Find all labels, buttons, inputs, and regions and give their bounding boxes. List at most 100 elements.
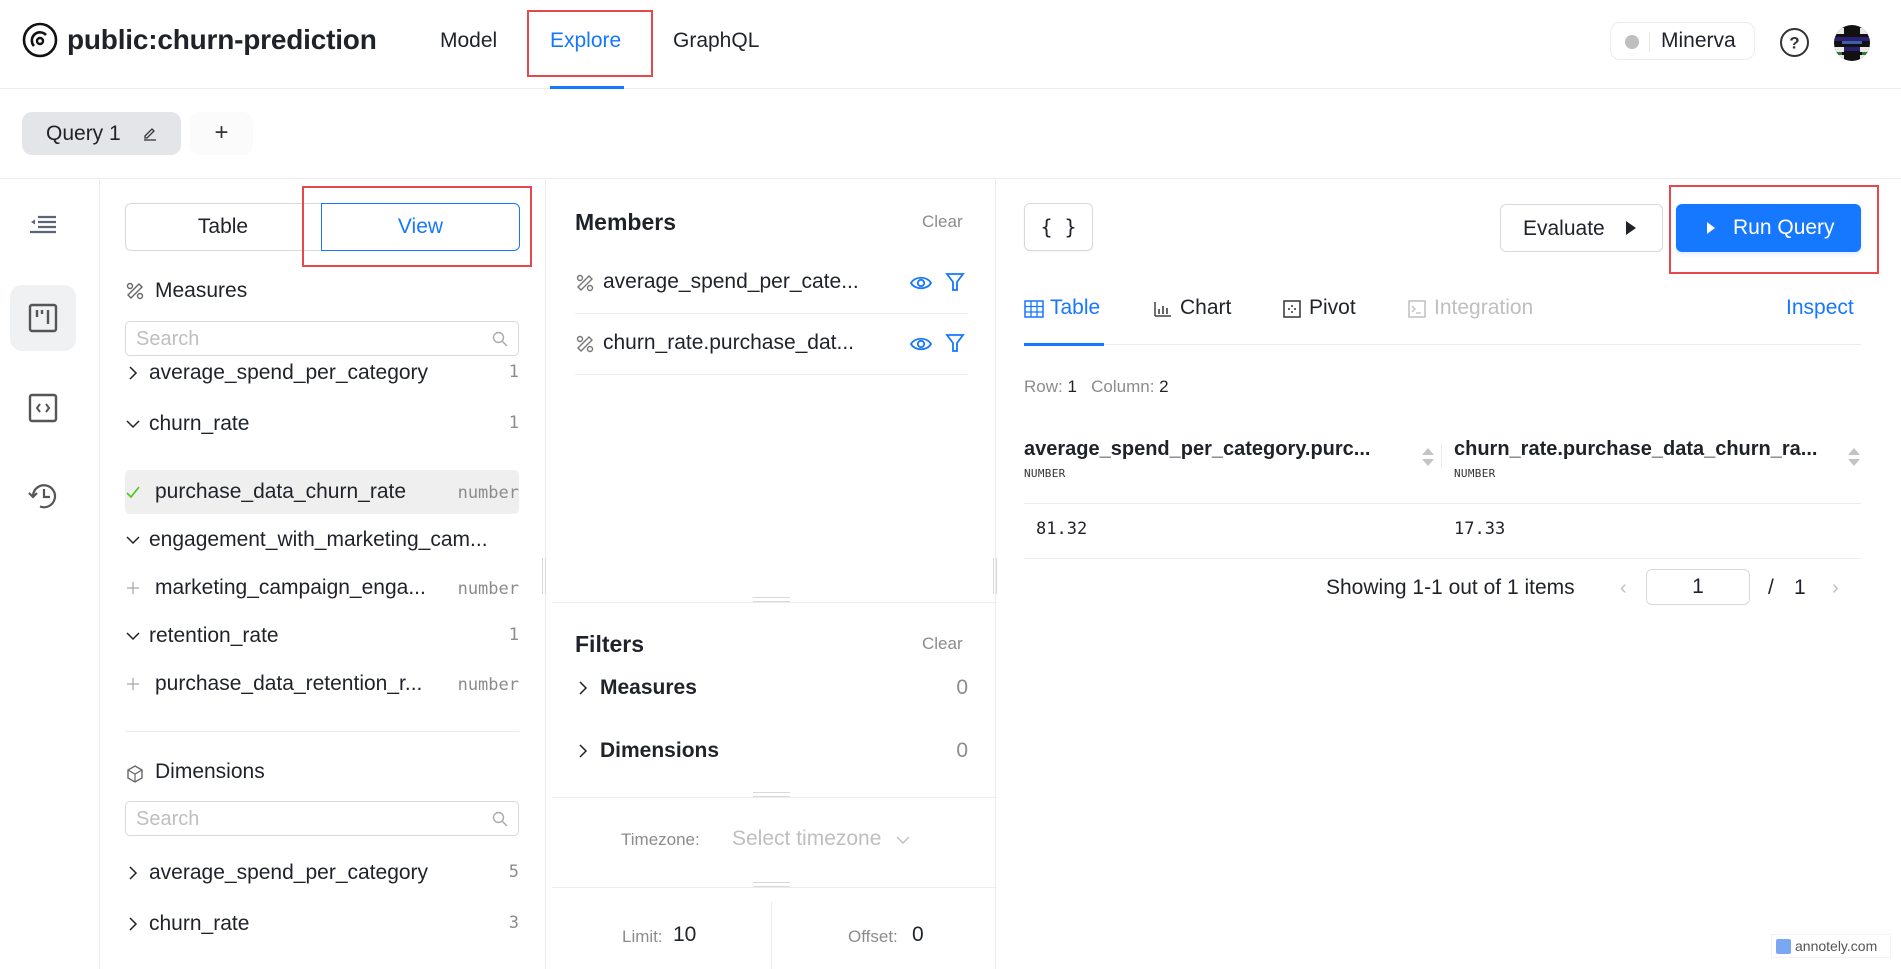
limit-offset-divider: [771, 902, 772, 969]
filter-group-count: 0: [956, 676, 968, 699]
check-icon: [125, 484, 141, 500]
toggle-view[interactable]: View: [321, 203, 520, 251]
filter-funnel-icon[interactable]: [944, 332, 966, 354]
member-name: average_spend_per_cate...: [603, 270, 859, 293]
nav-graphql[interactable]: GraphQL: [673, 27, 759, 55]
offset-input[interactable]: 0: [912, 923, 924, 947]
column-type: NUMBER: [1024, 467, 1066, 480]
plus-icon: [125, 676, 141, 692]
column-label: Column:: [1091, 377, 1155, 396]
column-count: 2: [1159, 377, 1169, 396]
measure-group-retention-rate[interactable]: retention_rate 1: [125, 614, 519, 658]
terminal-icon: [1408, 300, 1426, 318]
group-count: 1: [508, 362, 519, 382]
member-name: marketing_campaign_enga...: [155, 576, 426, 599]
search-icon: [492, 331, 508, 347]
chevron-down-icon: [125, 628, 141, 644]
toggle-table[interactable]: Table: [126, 204, 320, 250]
group-name: retention_rate: [149, 624, 279, 647]
measure-group-average-spend-per-category[interactable]: average_spend_per_category 1: [125, 351, 519, 395]
play-icon: [1706, 221, 1716, 235]
measure-item-marketing-campaign-engagement[interactable]: marketing_campaign_enga... number: [125, 566, 519, 610]
evaluate-button[interactable]: Evaluate: [1500, 204, 1663, 252]
dimensions-search-input[interactable]: [136, 806, 476, 832]
members-title: Members: [575, 209, 676, 235]
dimension-group-average-spend-per-category[interactable]: average_spend_per_category 5: [125, 851, 519, 895]
search-icon: [492, 811, 508, 827]
group-name: average_spend_per_category: [149, 361, 429, 384]
measure-group-churn-rate[interactable]: churn_rate 1: [125, 402, 519, 446]
user-avatar[interactable]: [1834, 25, 1870, 61]
group-name: churn_rate: [149, 912, 250, 935]
previous-page-icon[interactable]: ‹: [1620, 577, 1627, 600]
nav-explore[interactable]: Explore: [550, 27, 621, 55]
chevron-down-icon: [125, 416, 141, 432]
dimensions-search[interactable]: [125, 801, 519, 836]
measure-group-engagement-with-marketing[interactable]: engagement_with_marketing_cam...: [125, 518, 519, 562]
nav-model[interactable]: Model: [440, 27, 497, 55]
workspace-switcher[interactable]: Minerva: [1610, 22, 1755, 60]
members-clear-button[interactable]: Clear: [922, 212, 963, 232]
active-nav-indicator: [550, 86, 624, 89]
dimension-group-churn-rate[interactable]: churn_rate 3: [125, 902, 519, 946]
limit-label: Limit:: [622, 927, 663, 946]
run-query-button[interactable]: Run Query: [1676, 204, 1861, 252]
dimensions-title: Dimensions: [155, 760, 265, 783]
group-count: 5: [508, 862, 519, 882]
filter-group-measures[interactable]: Measures 0: [575, 668, 968, 708]
group-name: churn_rate: [149, 412, 250, 435]
group-name: engagement_with_marketing_cam...: [149, 528, 488, 551]
measure-icon: [575, 273, 595, 293]
timezone-select[interactable]: Select timezone: [732, 827, 932, 853]
tab-label: Chart: [1180, 296, 1232, 319]
build-panel-button[interactable]: [10, 285, 76, 351]
watermark: annotely.com: [1771, 934, 1891, 958]
column-header[interactable]: churn_rate.purchase_data_churn_ra... NUM…: [1454, 437, 1864, 493]
measures-search-input[interactable]: [136, 326, 476, 352]
member-name: churn_rate.purchase_dat...: [603, 331, 854, 354]
history-panel-button[interactable]: [10, 463, 76, 529]
filter-group-dimensions[interactable]: Dimensions 0: [575, 731, 968, 771]
filter-funnel-icon[interactable]: [944, 271, 966, 293]
json-query-button[interactable]: { }: [1024, 203, 1093, 251]
sort-icon[interactable]: [1421, 447, 1435, 467]
add-query-button[interactable]: +: [190, 112, 253, 155]
left-icon-rail: [0, 180, 100, 969]
code-panel-button[interactable]: [10, 375, 76, 441]
next-page-icon[interactable]: ›: [1832, 577, 1839, 600]
help-icon[interactable]: ?: [1779, 27, 1810, 58]
column-header[interactable]: average_spend_per_category.purc... NUMBE…: [1024, 437, 1434, 493]
pivot-icon: [1283, 300, 1301, 318]
annotely-logo-icon: [1776, 939, 1791, 954]
query-tab[interactable]: Query 1: [22, 112, 181, 155]
measure-item-purchase-data-retention-rate[interactable]: purchase_data_retention_r... number: [125, 662, 519, 706]
measure-icon: [575, 334, 595, 354]
eye-icon[interactable]: [910, 333, 932, 355]
table-divider: [1024, 503, 1861, 504]
limit-input[interactable]: 10: [673, 923, 696, 947]
chevron-right-icon: [125, 916, 141, 932]
total-pages: 1: [1794, 576, 1806, 599]
timezone-placeholder: Select timezone: [732, 827, 882, 850]
row-column-summary: Row: 1 Column: 2: [1024, 377, 1169, 397]
row-count: 1: [1067, 377, 1077, 396]
group-count: 1: [508, 625, 519, 645]
table-cell: 81.32: [1036, 519, 1088, 539]
column-type: NUMBER: [1454, 467, 1496, 480]
edit-pencil-icon[interactable]: [142, 125, 158, 141]
section-divider: [552, 602, 997, 603]
panel-resize-handle-left[interactable]: [542, 558, 546, 594]
filters-clear-button[interactable]: Clear: [922, 634, 963, 654]
page-number-input[interactable]: [1646, 569, 1750, 605]
measure-item-purchase-data-churn-rate[interactable]: purchase_data_churn_rate number: [125, 470, 519, 514]
pagination: Showing 1-1 out of 1 items ‹ / 1 ›: [1326, 568, 1866, 606]
collapse-sidebar-button[interactable]: [10, 194, 76, 260]
active-tab-indicator: [1024, 343, 1104, 346]
chevron-right-icon: [125, 365, 141, 381]
pagination-summary: Showing 1-1 out of 1 items: [1326, 576, 1575, 599]
eye-icon[interactable]: [910, 272, 932, 294]
group-count: 3: [508, 913, 519, 933]
sort-icon[interactable]: [1847, 447, 1861, 467]
watermark-text: annotely.com: [1795, 938, 1878, 954]
inspect-link[interactable]: Inspect: [1786, 296, 1854, 320]
